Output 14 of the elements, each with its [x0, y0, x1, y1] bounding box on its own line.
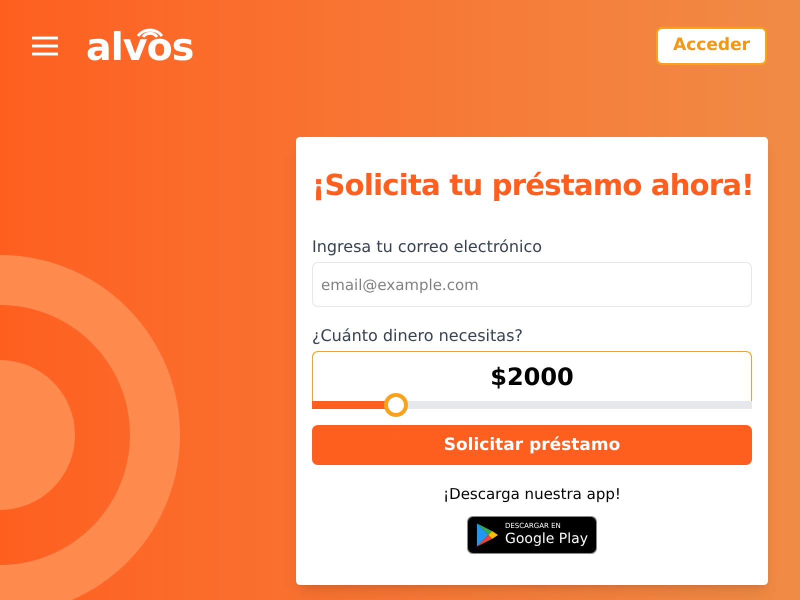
play-triangle-icon — [476, 522, 499, 548]
amount-slider[interactable] — [312, 393, 752, 418]
logo[interactable]: alvos — [86, 28, 194, 66]
download-text: ¡Descarga nuestra app! — [442, 484, 622, 506]
amount-label: ¿Cuánto dinero necesitas? — [312, 325, 524, 348]
amount-value: $2000 — [490, 362, 574, 393]
form-title: ¡Solicita tu préstamo ahora! — [312, 167, 752, 204]
submit-button[interactable]: Solicitar préstamo — [312, 425, 752, 466]
menu-icon[interactable] — [32, 35, 58, 57]
badge-store-name: Google Play — [504, 532, 588, 546]
slider-thumb[interactable] — [384, 393, 408, 418]
email-label: Ingresa tu correo electrónico — [312, 236, 544, 258]
login-button[interactable]: Acceder — [656, 27, 767, 65]
email-field[interactable]: email@example.com — [312, 262, 752, 308]
